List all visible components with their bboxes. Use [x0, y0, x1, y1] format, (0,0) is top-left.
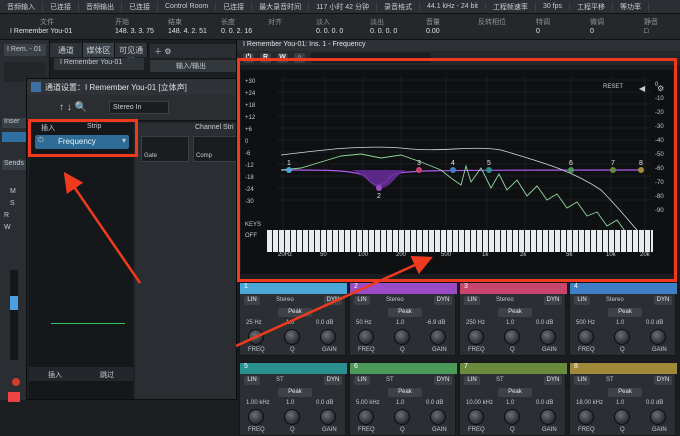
q-label: Q — [290, 427, 295, 433]
q-knob[interactable] — [284, 409, 300, 425]
q-label: Q — [510, 427, 515, 433]
band-q-value[interactable]: 1.0 — [506, 400, 514, 406]
freq-knob[interactable] — [468, 409, 484, 425]
q-label: Q — [400, 427, 405, 433]
gain-label: GAIN — [432, 427, 447, 433]
band-q-value[interactable]: 1.0 — [616, 400, 624, 406]
gain-knob[interactable] — [430, 409, 446, 425]
q-knob[interactable] — [504, 409, 520, 425]
band-freq-value[interactable]: 1.00 kHz — [246, 400, 270, 406]
band-gain-value[interactable]: 0.0 dB — [316, 400, 333, 406]
gain-knob[interactable] — [540, 409, 556, 425]
q-label: Q — [620, 427, 625, 433]
band-gain-value[interactable]: 0.0 dB — [426, 400, 443, 406]
gain-label: GAIN — [322, 427, 337, 433]
q-knob[interactable] — [614, 409, 630, 425]
band-q-value[interactable]: 1.0 — [286, 400, 294, 406]
q-knob[interactable] — [394, 409, 410, 425]
gain-knob[interactable] — [650, 409, 666, 425]
gain-label: GAIN — [652, 427, 667, 433]
freq-knob[interactable] — [248, 409, 264, 425]
annotation-arrows — [63, 171, 433, 348]
band-freq-value[interactable]: 18.00 kHz — [576, 400, 603, 406]
band-q-value[interactable]: 1.0 — [396, 400, 404, 406]
arrow-to-eq — [235, 256, 433, 348]
freq-knob[interactable] — [358, 409, 374, 425]
band-freq-value[interactable]: 5.00 kHz — [356, 400, 380, 406]
gain-knob[interactable] — [320, 409, 336, 425]
freq-label: FREQ — [468, 427, 485, 433]
freq-label: FREQ — [248, 427, 265, 433]
freq-knob[interactable] — [578, 409, 594, 425]
band-gain-value[interactable]: 0.0 dB — [536, 400, 553, 406]
band-gain-value[interactable]: 0.0 dB — [646, 400, 663, 406]
arrow-to-insert — [63, 171, 142, 284]
band-freq-value[interactable]: 10.00 kHz — [466, 400, 493, 406]
freq-label: FREQ — [578, 427, 595, 433]
freq-label: FREQ — [358, 427, 375, 433]
gain-label: GAIN — [542, 427, 557, 433]
